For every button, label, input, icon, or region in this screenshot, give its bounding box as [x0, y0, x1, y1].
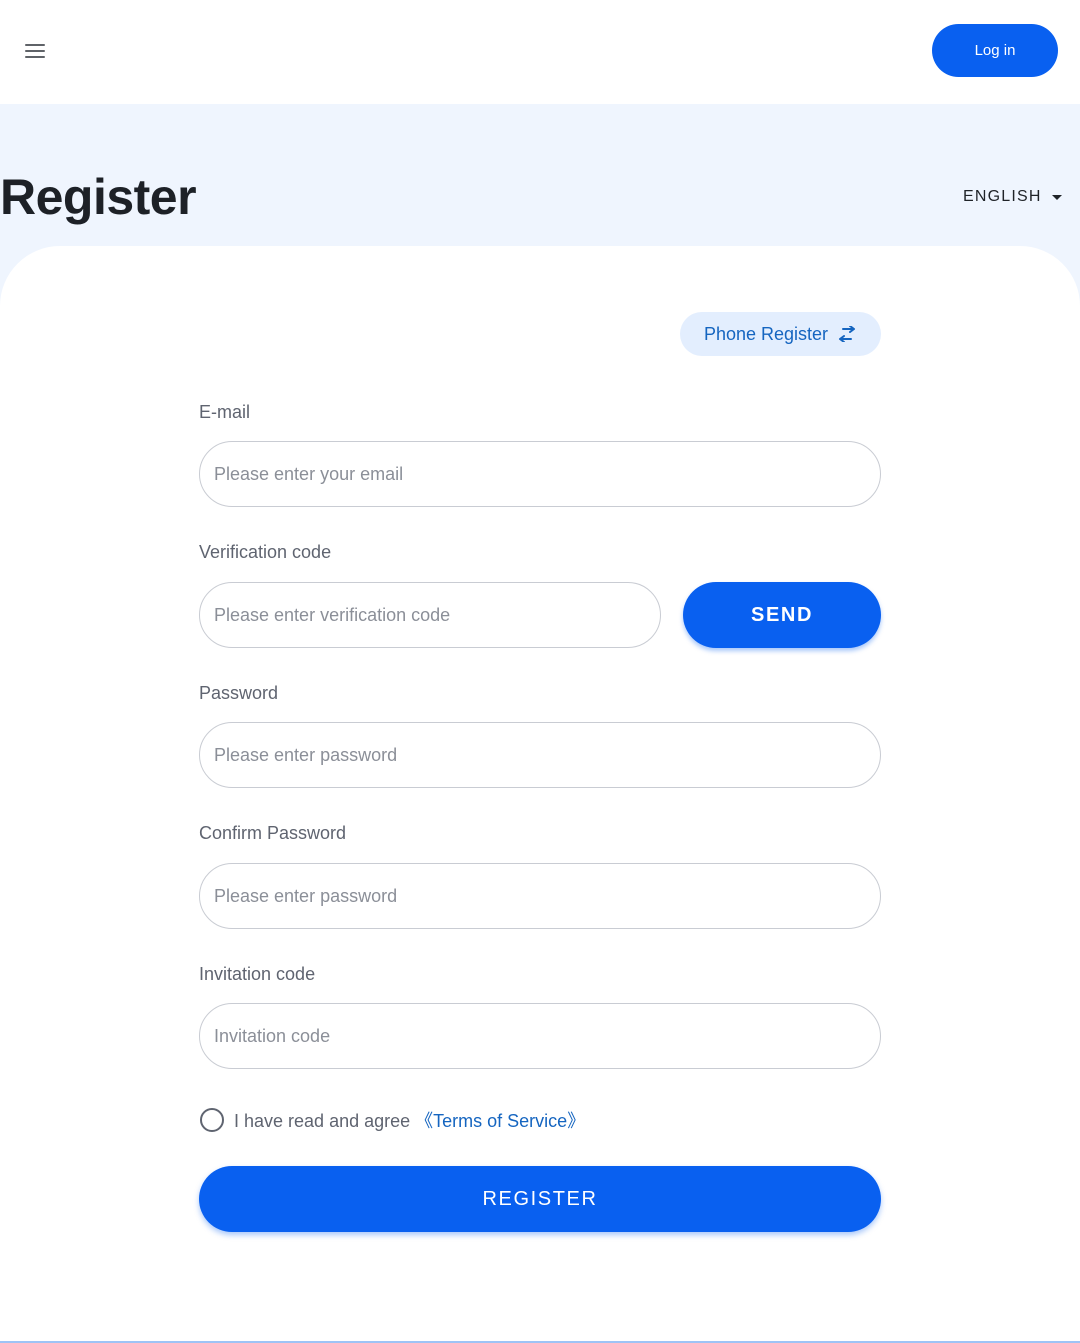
hamburger-menu-icon[interactable]	[14, 31, 56, 71]
confirm-password-input[interactable]	[199, 863, 881, 929]
terms-agreement-row: I have read and agree 《Terms of Service》	[199, 1106, 585, 1134]
language-select[interactable]: ENGLISH	[963, 185, 1062, 209]
email-label: E-mail	[199, 402, 251, 422]
language-label: ENGLISH	[963, 188, 1042, 205]
agree-text: I have read and agree	[234, 1111, 411, 1131]
login-button[interactable]: Log in	[932, 24, 1058, 77]
menu-bar	[25, 56, 45, 58]
email-input[interactable]	[199, 441, 881, 507]
menu-bar	[25, 44, 45, 46]
phone-register-button[interactable]: Phone Register	[680, 312, 881, 356]
confirm-password-label: Confirm Password	[199, 823, 347, 843]
phone-register-label: Phone Register	[703, 323, 829, 344]
send-code-button[interactable]: SEND	[683, 582, 881, 648]
verification-code-label: Verification code	[199, 542, 332, 562]
terms-of-service-link[interactable]: 《Terms of Service》	[415, 1111, 585, 1131]
swap-arrows-icon	[839, 326, 856, 342]
invitation-code-label: Invitation code	[199, 964, 316, 984]
password-label: Password	[199, 683, 279, 703]
password-input[interactable]	[199, 722, 881, 788]
top-bar: Log in	[0, 0, 1080, 104]
agree-radio[interactable]	[200, 1108, 224, 1132]
menu-bar	[25, 50, 45, 52]
invitation-code-input[interactable]	[199, 1003, 881, 1069]
page-title: Register	[0, 169, 197, 225]
caret-down-icon	[1051, 194, 1062, 200]
verification-code-input[interactable]	[199, 582, 661, 648]
register-button[interactable]: REGISTER	[199, 1166, 881, 1232]
